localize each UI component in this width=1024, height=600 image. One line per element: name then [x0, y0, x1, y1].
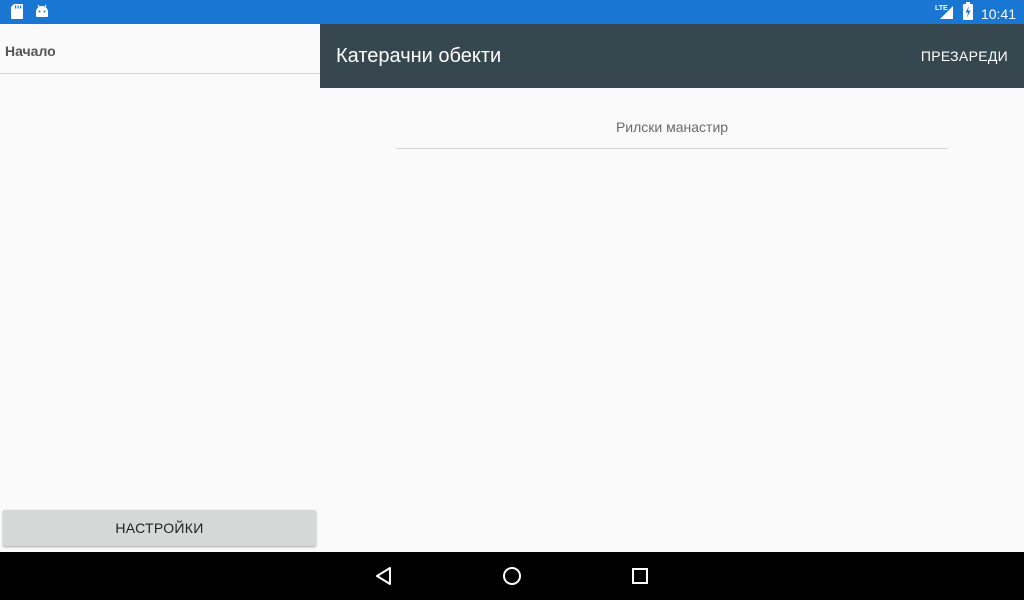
battery-charging-icon: [962, 2, 973, 25]
status-notifications: [10, 3, 50, 24]
recents-icon[interactable]: [628, 564, 652, 588]
page-title: Катерачни обекти: [336, 45, 502, 67]
drawer-item-home[interactable]: Начало: [0, 24, 320, 74]
status-bar: LTE 10:41: [0, 0, 1024, 24]
status-time: 10:41: [980, 5, 1016, 22]
list-item-label: Рилски манастир: [615, 119, 729, 135]
android-icon: [34, 3, 50, 24]
status-system: LTE 10:41: [935, 2, 1016, 25]
list-item[interactable]: Рилски манастир: [396, 108, 948, 149]
screen: LTE 10:41 Начало НАСТРОЙКИ Катерачни обе…: [0, 0, 1024, 600]
system-nav-bar: [0, 552, 1024, 600]
home-icon[interactable]: [500, 564, 524, 588]
signal-icon: LTE: [935, 2, 955, 25]
main-content: Рилски манастир: [320, 88, 1024, 552]
back-icon[interactable]: [372, 564, 396, 588]
drawer-item-label: Начало: [5, 43, 56, 59]
svg-text:LTE: LTE: [935, 5, 948, 12]
app-toolbar: Катерачни обекти ПРЕЗАРЕДИ: [320, 24, 1024, 88]
settings-button[interactable]: НАСТРОЙКИ: [3, 510, 316, 546]
sd-card-icon: [10, 3, 24, 24]
reload-button[interactable]: ПРЕЗАРЕДИ: [921, 48, 1008, 64]
navigation-drawer: Начало НАСТРОЙКИ: [0, 24, 320, 552]
